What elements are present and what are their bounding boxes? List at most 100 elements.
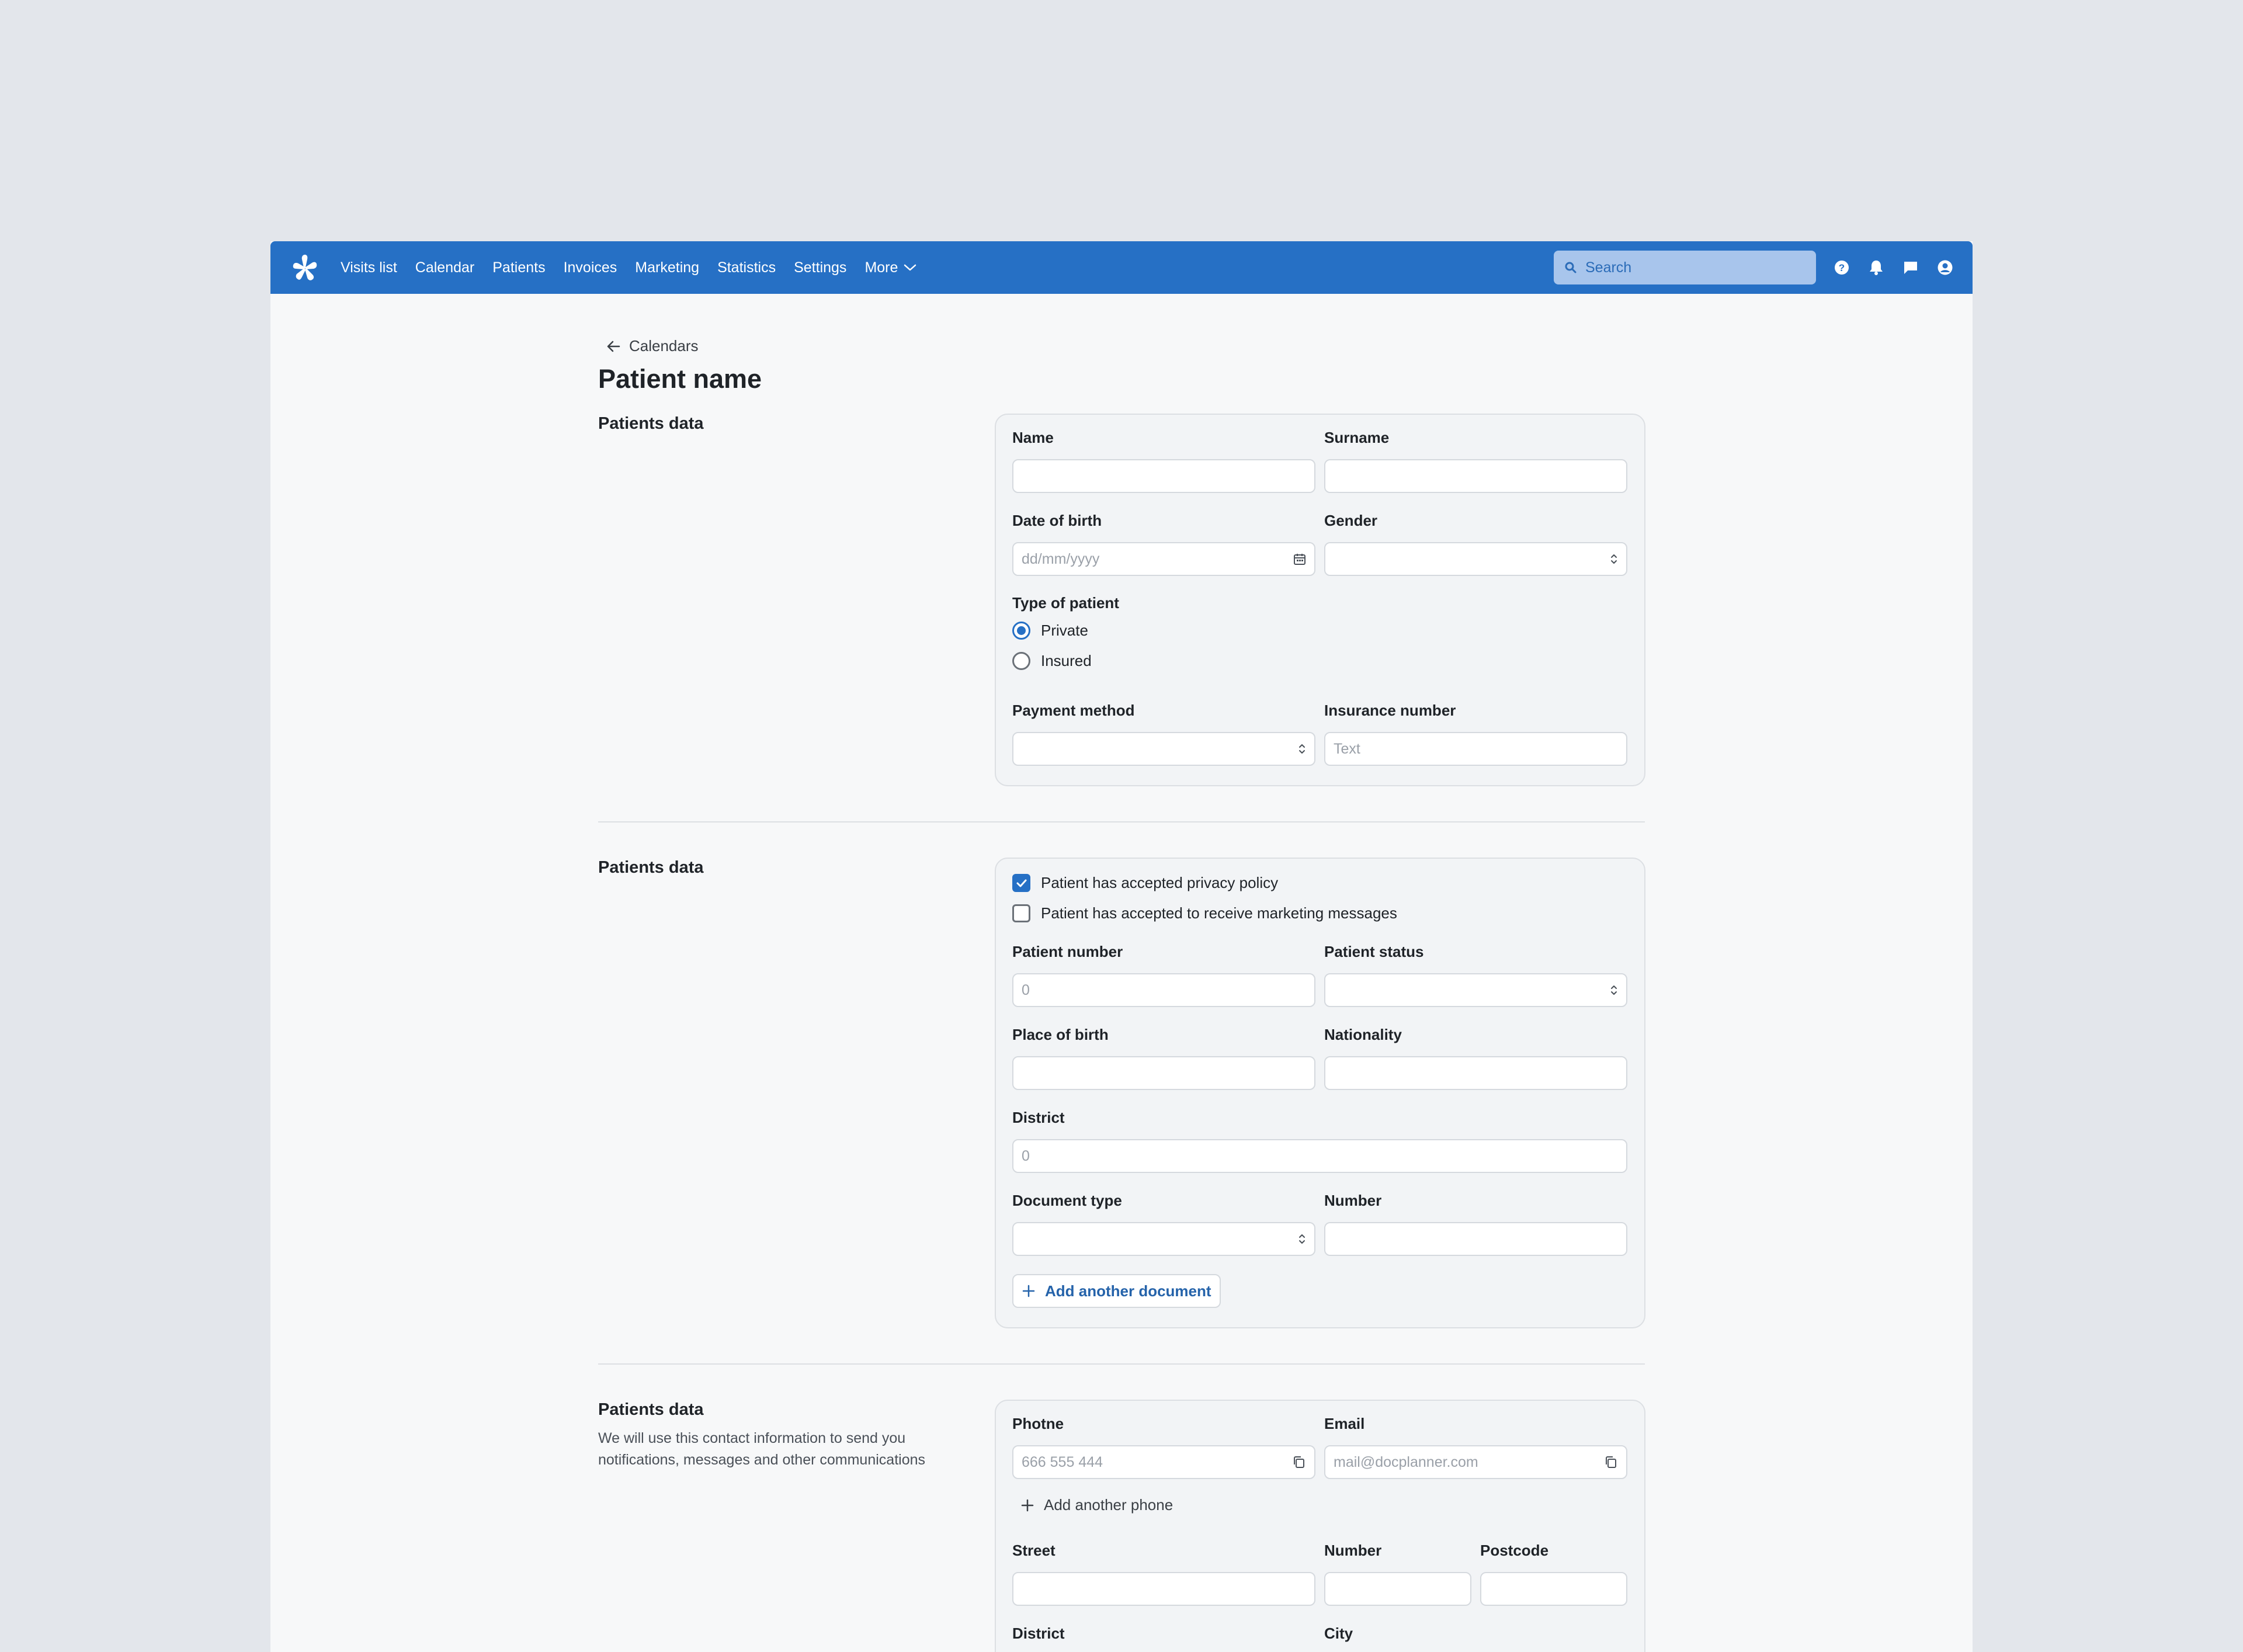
address-number-label: Number (1324, 1542, 1382, 1559)
payment-method-select[interactable] (1012, 732, 1315, 766)
radio-private[interactable]: Private (1012, 622, 1088, 640)
nationality-input[interactable] (1324, 1056, 1627, 1090)
place-of-birth-input[interactable] (1012, 1056, 1315, 1090)
contact-description: We will use this contact information to … (598, 1430, 926, 1468)
email-placeholder: mail@docplanner.com (1334, 1453, 1478, 1470)
marketing-consent-checkbox-row[interactable]: Patient has accepted to receive marketin… (1012, 904, 1397, 922)
section-title-patient-basic: Patients data (598, 414, 704, 433)
dob-label: Date of birth (1012, 512, 1102, 529)
insurance-number-input[interactable]: Text (1324, 732, 1627, 766)
email-label: Email (1324, 1415, 1365, 1432)
email-input[interactable]: mail@docplanner.com (1324, 1445, 1627, 1479)
help-icon[interactable]: ? (1831, 257, 1852, 278)
add-document-button[interactable]: Add another document (1012, 1274, 1221, 1308)
nav-more-label: More (864, 259, 898, 276)
nationality-label: Nationality (1324, 1026, 1402, 1043)
copy-icon[interactable] (1292, 1455, 1306, 1469)
radio-private-control[interactable] (1012, 622, 1030, 640)
contact-card: Photne 666 555 444 Email mail@docplanner… (995, 1400, 1645, 1652)
section-title-contact: Patients data (598, 1400, 704, 1419)
nav-settings[interactable]: Settings (794, 259, 846, 276)
top-navbar: Visits list Calendar Patients Invoices M… (270, 241, 1973, 294)
district-placeholder: 0 (1022, 1147, 1030, 1164)
nav-icon-group: ? (1831, 241, 1969, 294)
patient-number-placeholder: 0 (1022, 981, 1030, 998)
insurance-number-placeholder: Text (1334, 740, 1360, 757)
marketing-consent-label: Patient has accepted to receive marketin… (1041, 904, 1397, 922)
chevron-down-icon (904, 264, 916, 271)
document-number-input[interactable] (1324, 1222, 1627, 1256)
patient-number-label: Patient number (1012, 943, 1123, 960)
address-district-label: District (1012, 1625, 1065, 1642)
phone-placeholder: 666 555 444 (1022, 1453, 1103, 1470)
surname-input[interactable] (1324, 459, 1627, 493)
patient-status-select[interactable] (1324, 973, 1627, 1007)
radio-insured[interactable]: Insured (1012, 652, 1092, 670)
add-phone-label: Add another phone (1044, 1496, 1173, 1514)
section-divider (598, 821, 1645, 822)
search-input[interactable] (1585, 259, 1796, 276)
document-type-label: Document type (1012, 1192, 1122, 1209)
arrow-left-icon (607, 341, 620, 352)
nav-calendar[interactable]: Calendar (415, 259, 474, 276)
plus-icon (1021, 1499, 1034, 1511)
nav-more-menu[interactable]: More (864, 259, 916, 276)
nav-invoices[interactable]: Invoices (564, 259, 617, 276)
privacy-policy-checkbox-row[interactable]: Patient has accepted privacy policy (1012, 874, 1278, 892)
chat-icon[interactable] (1900, 257, 1921, 278)
phone-input[interactable]: 666 555 444 (1012, 1445, 1315, 1479)
nav-marketing[interactable]: Marketing (635, 259, 699, 276)
nav-visits-list[interactable]: Visits list (341, 259, 397, 276)
search-box[interactable] (1554, 251, 1816, 284)
name-input[interactable] (1012, 459, 1315, 493)
main-nav: Visits list Calendar Patients Invoices M… (341, 241, 935, 294)
app-window: Visits list Calendar Patients Invoices M… (270, 241, 1973, 1652)
radio-private-label: Private (1041, 622, 1088, 639)
patient-details-card: Patient has accepted privacy policy Pati… (995, 858, 1645, 1328)
calendar-icon[interactable] (1293, 553, 1306, 565)
district-input[interactable]: 0 (1012, 1139, 1627, 1173)
privacy-policy-label: Patient has accepted privacy policy (1041, 874, 1279, 891)
bell-icon[interactable] (1866, 257, 1887, 278)
insurance-number-label: Insurance number (1324, 702, 1456, 719)
nav-patients[interactable]: Patients (492, 259, 545, 276)
postcode-input[interactable] (1480, 1572, 1627, 1606)
document-number-label: Number (1324, 1192, 1382, 1209)
section-title-patient-details: Patients data (598, 858, 704, 877)
dob-input[interactable]: dd/mm/yyyy (1012, 542, 1315, 576)
street-label: Street (1012, 1542, 1055, 1559)
privacy-policy-checkbox[interactable] (1012, 874, 1030, 892)
marketing-consent-checkbox[interactable] (1012, 904, 1030, 922)
back-label: Calendars (629, 337, 699, 355)
docplanner-logo-icon[interactable] (290, 252, 320, 283)
radio-insured-label: Insured (1041, 652, 1092, 669)
payment-method-label: Payment method (1012, 702, 1135, 719)
select-arrows-icon (1298, 1233, 1306, 1245)
city-label: City (1324, 1625, 1353, 1642)
svg-text:?: ? (1839, 262, 1845, 273)
add-phone-button[interactable]: Add another phone (1020, 1496, 1173, 1514)
gender-label: Gender (1324, 512, 1378, 529)
street-input[interactable] (1012, 1572, 1315, 1606)
select-arrows-icon (1610, 553, 1618, 565)
back-to-calendars-link[interactable]: Calendars (606, 337, 699, 355)
gender-select[interactable] (1324, 542, 1627, 576)
type-of-patient-label: Type of patient (1012, 594, 1119, 612)
copy-icon[interactable] (1604, 1455, 1618, 1469)
section-divider (598, 1363, 1645, 1365)
plus-icon (1022, 1285, 1035, 1297)
check-icon (1016, 879, 1026, 887)
surname-label: Surname (1324, 429, 1390, 446)
address-number-input[interactable] (1324, 1572, 1471, 1606)
page-title: Patient name (598, 364, 762, 394)
radio-insured-control[interactable] (1012, 652, 1030, 670)
document-type-select[interactable] (1012, 1222, 1315, 1256)
district-label: District (1012, 1109, 1065, 1126)
nav-statistics[interactable]: Statistics (717, 259, 776, 276)
postcode-label: Postcode (1480, 1542, 1549, 1559)
account-icon[interactable] (1935, 257, 1956, 278)
name-label: Name (1012, 429, 1054, 446)
patient-status-label: Patient status (1324, 943, 1424, 960)
patient-number-input[interactable]: 0 (1012, 973, 1315, 1007)
select-arrows-icon (1298, 742, 1306, 755)
